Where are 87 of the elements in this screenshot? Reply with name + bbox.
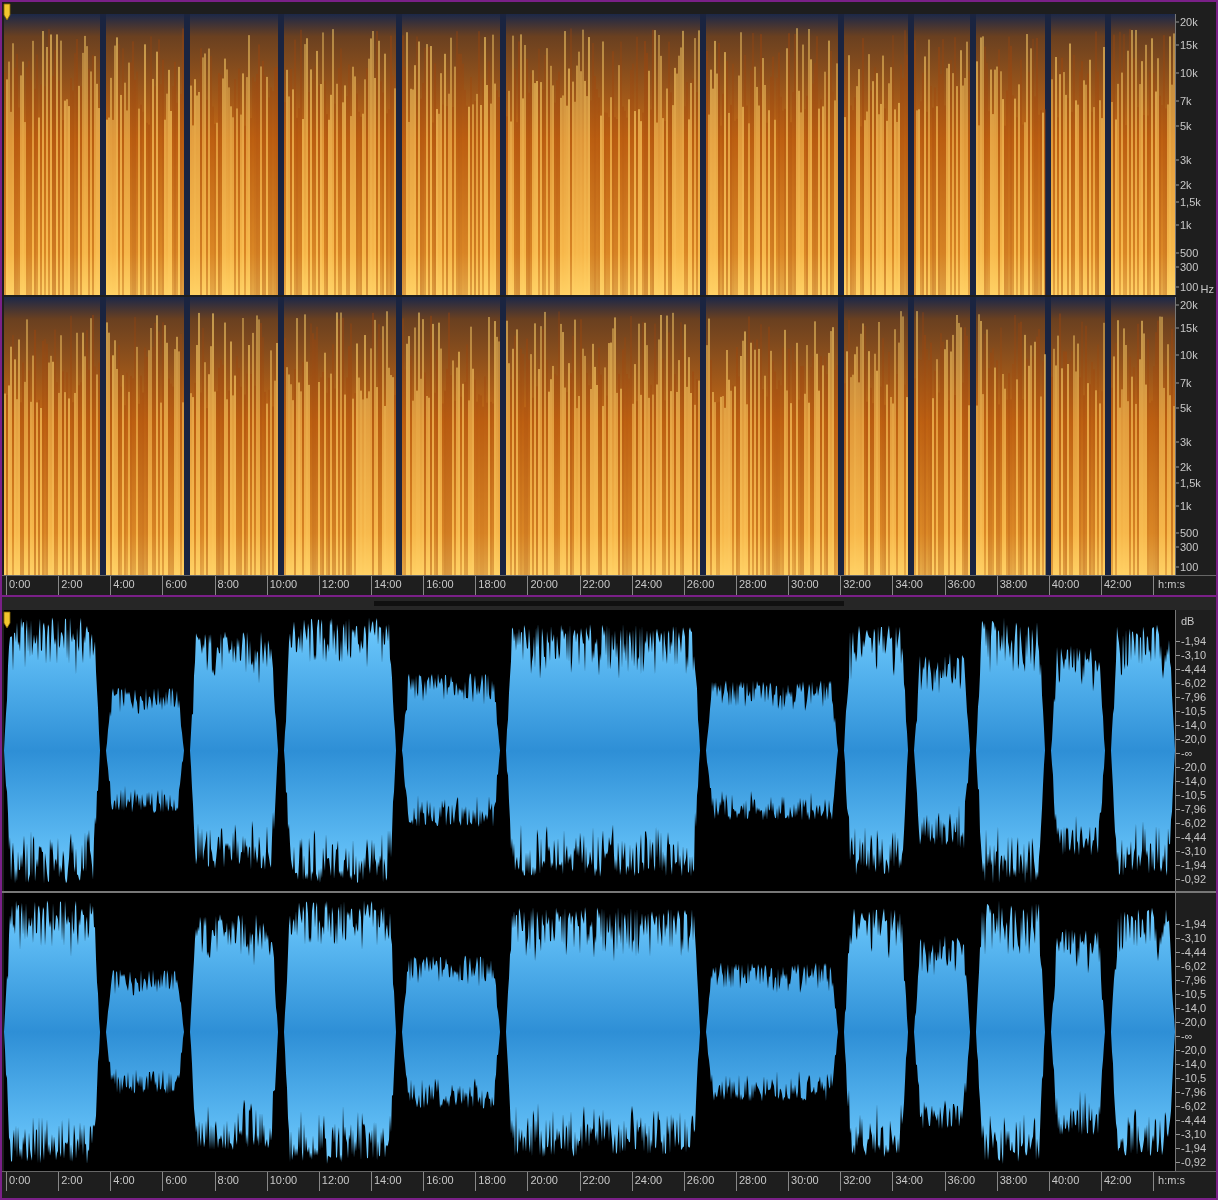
db-axis-label: -3,10: [1176, 648, 1216, 662]
frequency-axis-label: 5k: [1176, 402, 1192, 414]
frequency-axis-label: 300: [1176, 541, 1199, 553]
db-axis-label: -1,94: [1176, 634, 1216, 648]
time-axis-label: 28:00: [735, 1172, 789, 1191]
frequency-axis-label: 500: [1176, 247, 1199, 259]
time-axis-label: 40:00: [1048, 1172, 1101, 1191]
db-axis-label: -0,92: [1176, 872, 1216, 886]
time-axis-label: 0:00: [6, 1172, 59, 1191]
frequency-axis-label: 5k: [1176, 120, 1192, 132]
time-axis-label: 10:00: [266, 1172, 319, 1191]
time-axis-label: 38:00: [996, 1172, 1049, 1191]
db-axis-label: -7,96: [1176, 802, 1216, 816]
time-axis-label: 34:00: [892, 1172, 945, 1191]
frequency-axis-label: 15k: [1176, 322, 1198, 334]
db-axis-label: -7,96: [1176, 1085, 1216, 1099]
unit-label: Hz: [1200, 284, 1214, 295]
playhead-marker-icon[interactable]: [3, 3, 11, 21]
db-axis-label: -14,0: [1176, 1001, 1216, 1015]
frequency-axis-label: 10k: [1176, 67, 1198, 79]
db-axis-label: -20,0: [1176, 760, 1216, 774]
time-axis-label: 32:00: [840, 1172, 893, 1191]
db-axis-label: -6,02: [1176, 959, 1216, 973]
db-axis-label: -0,92: [1176, 1155, 1216, 1169]
frequency-axis-label: 3k: [1176, 436, 1192, 448]
db-axis-label: -1,94: [1176, 858, 1216, 872]
time-axis-label: 14:00: [371, 1172, 424, 1191]
db-axis-label: -4,44: [1176, 945, 1216, 959]
db-axis-label: -20,0: [1176, 732, 1216, 746]
db-axis-label: -10,5: [1176, 1071, 1216, 1085]
frequency-axis-label: 1k: [1176, 500, 1192, 511]
time-unit-label: h:m:s: [1153, 1172, 1185, 1191]
frequency-axis-label: 15k: [1176, 39, 1198, 51]
frequency-axis-label: 500: [1176, 527, 1199, 539]
time-axis-label: 4:00: [110, 1172, 163, 1191]
db-axis-label: -14,0: [1176, 1057, 1216, 1071]
db-axis-label: -1,94: [1176, 917, 1216, 931]
frequency-axis-label: 100: [1176, 281, 1199, 293]
frequency-axis-label: 2k: [1176, 179, 1192, 191]
db-axis-label: -14,0: [1176, 718, 1216, 732]
frequency-axis-label: 1,5k: [1176, 196, 1201, 208]
frequency-axis-label: 3k: [1176, 154, 1192, 166]
frequency-axis-label: 7k: [1176, 95, 1192, 107]
db-axis-label: -7,96: [1176, 690, 1216, 704]
db-axis-label: -6,02: [1176, 816, 1216, 830]
frequency-axis-label: 7k: [1176, 377, 1192, 389]
frequency-axis-label: 2k: [1176, 461, 1192, 473]
db-axis-label: -4,44: [1176, 662, 1216, 676]
time-axis-label: 8:00: [214, 1172, 267, 1191]
unit-label: dB: [1180, 614, 1196, 628]
time-axis-label: 26:00: [683, 1172, 736, 1191]
db-axis-label: -10,5: [1176, 987, 1216, 1001]
db-axis-label: -3,10: [1176, 1127, 1216, 1141]
db-axis-label: -10,5: [1176, 788, 1216, 802]
db-axis-label: -∞: [1176, 1029, 1216, 1043]
time-axis-label: 24:00: [631, 1172, 684, 1191]
db-axis-label: -4,44: [1176, 830, 1216, 844]
db-axis-label: -∞: [1176, 746, 1216, 760]
time-axis-label: 12:00: [318, 1172, 371, 1191]
time-axis-label: 42:00: [1100, 1172, 1154, 1191]
frequency-axis-label: 10k: [1176, 349, 1198, 361]
db-axis-label: -20,0: [1176, 1043, 1216, 1057]
time-axis-label: 16:00: [423, 1172, 476, 1191]
time-axis-label: 18:00: [475, 1172, 528, 1191]
db-axis-label: -20,0: [1176, 1015, 1216, 1029]
db-axis-label: -3,10: [1176, 931, 1216, 945]
time-axis-label: 36:00: [944, 1172, 997, 1191]
frequency-axis-label: 300: [1176, 261, 1199, 273]
db-axis-label: -4,44: [1176, 1113, 1216, 1127]
time-axis-label: 20:00: [527, 1172, 580, 1191]
db-axis-label: -10,5: [1176, 704, 1216, 718]
db-axis-label: -3,10: [1176, 844, 1216, 858]
db-axis-label: -6,02: [1176, 676, 1216, 690]
db-axis-label: -7,96: [1176, 973, 1216, 987]
db-axis-label: -1,94: [1176, 1141, 1216, 1155]
db-axis-label: -6,02: [1176, 1099, 1216, 1113]
frequency-axis-label: 20k: [1176, 299, 1198, 311]
db-axis-label: -14,0: [1176, 774, 1216, 788]
frequency-axis-label: 1,5k: [1176, 477, 1201, 489]
frequency-axis-label: 100: [1176, 561, 1199, 573]
time-axis-label: 2:00: [58, 1172, 111, 1191]
time-axis-label: 22:00: [579, 1172, 632, 1191]
time-axis-label: 6:00: [162, 1172, 215, 1191]
playhead-marker-icon[interactable]: [3, 611, 11, 629]
time-axis-label: 30:00: [788, 1172, 841, 1191]
frequency-axis-label: 20k: [1176, 16, 1198, 28]
frequency-axis-label: 1k: [1176, 219, 1192, 231]
